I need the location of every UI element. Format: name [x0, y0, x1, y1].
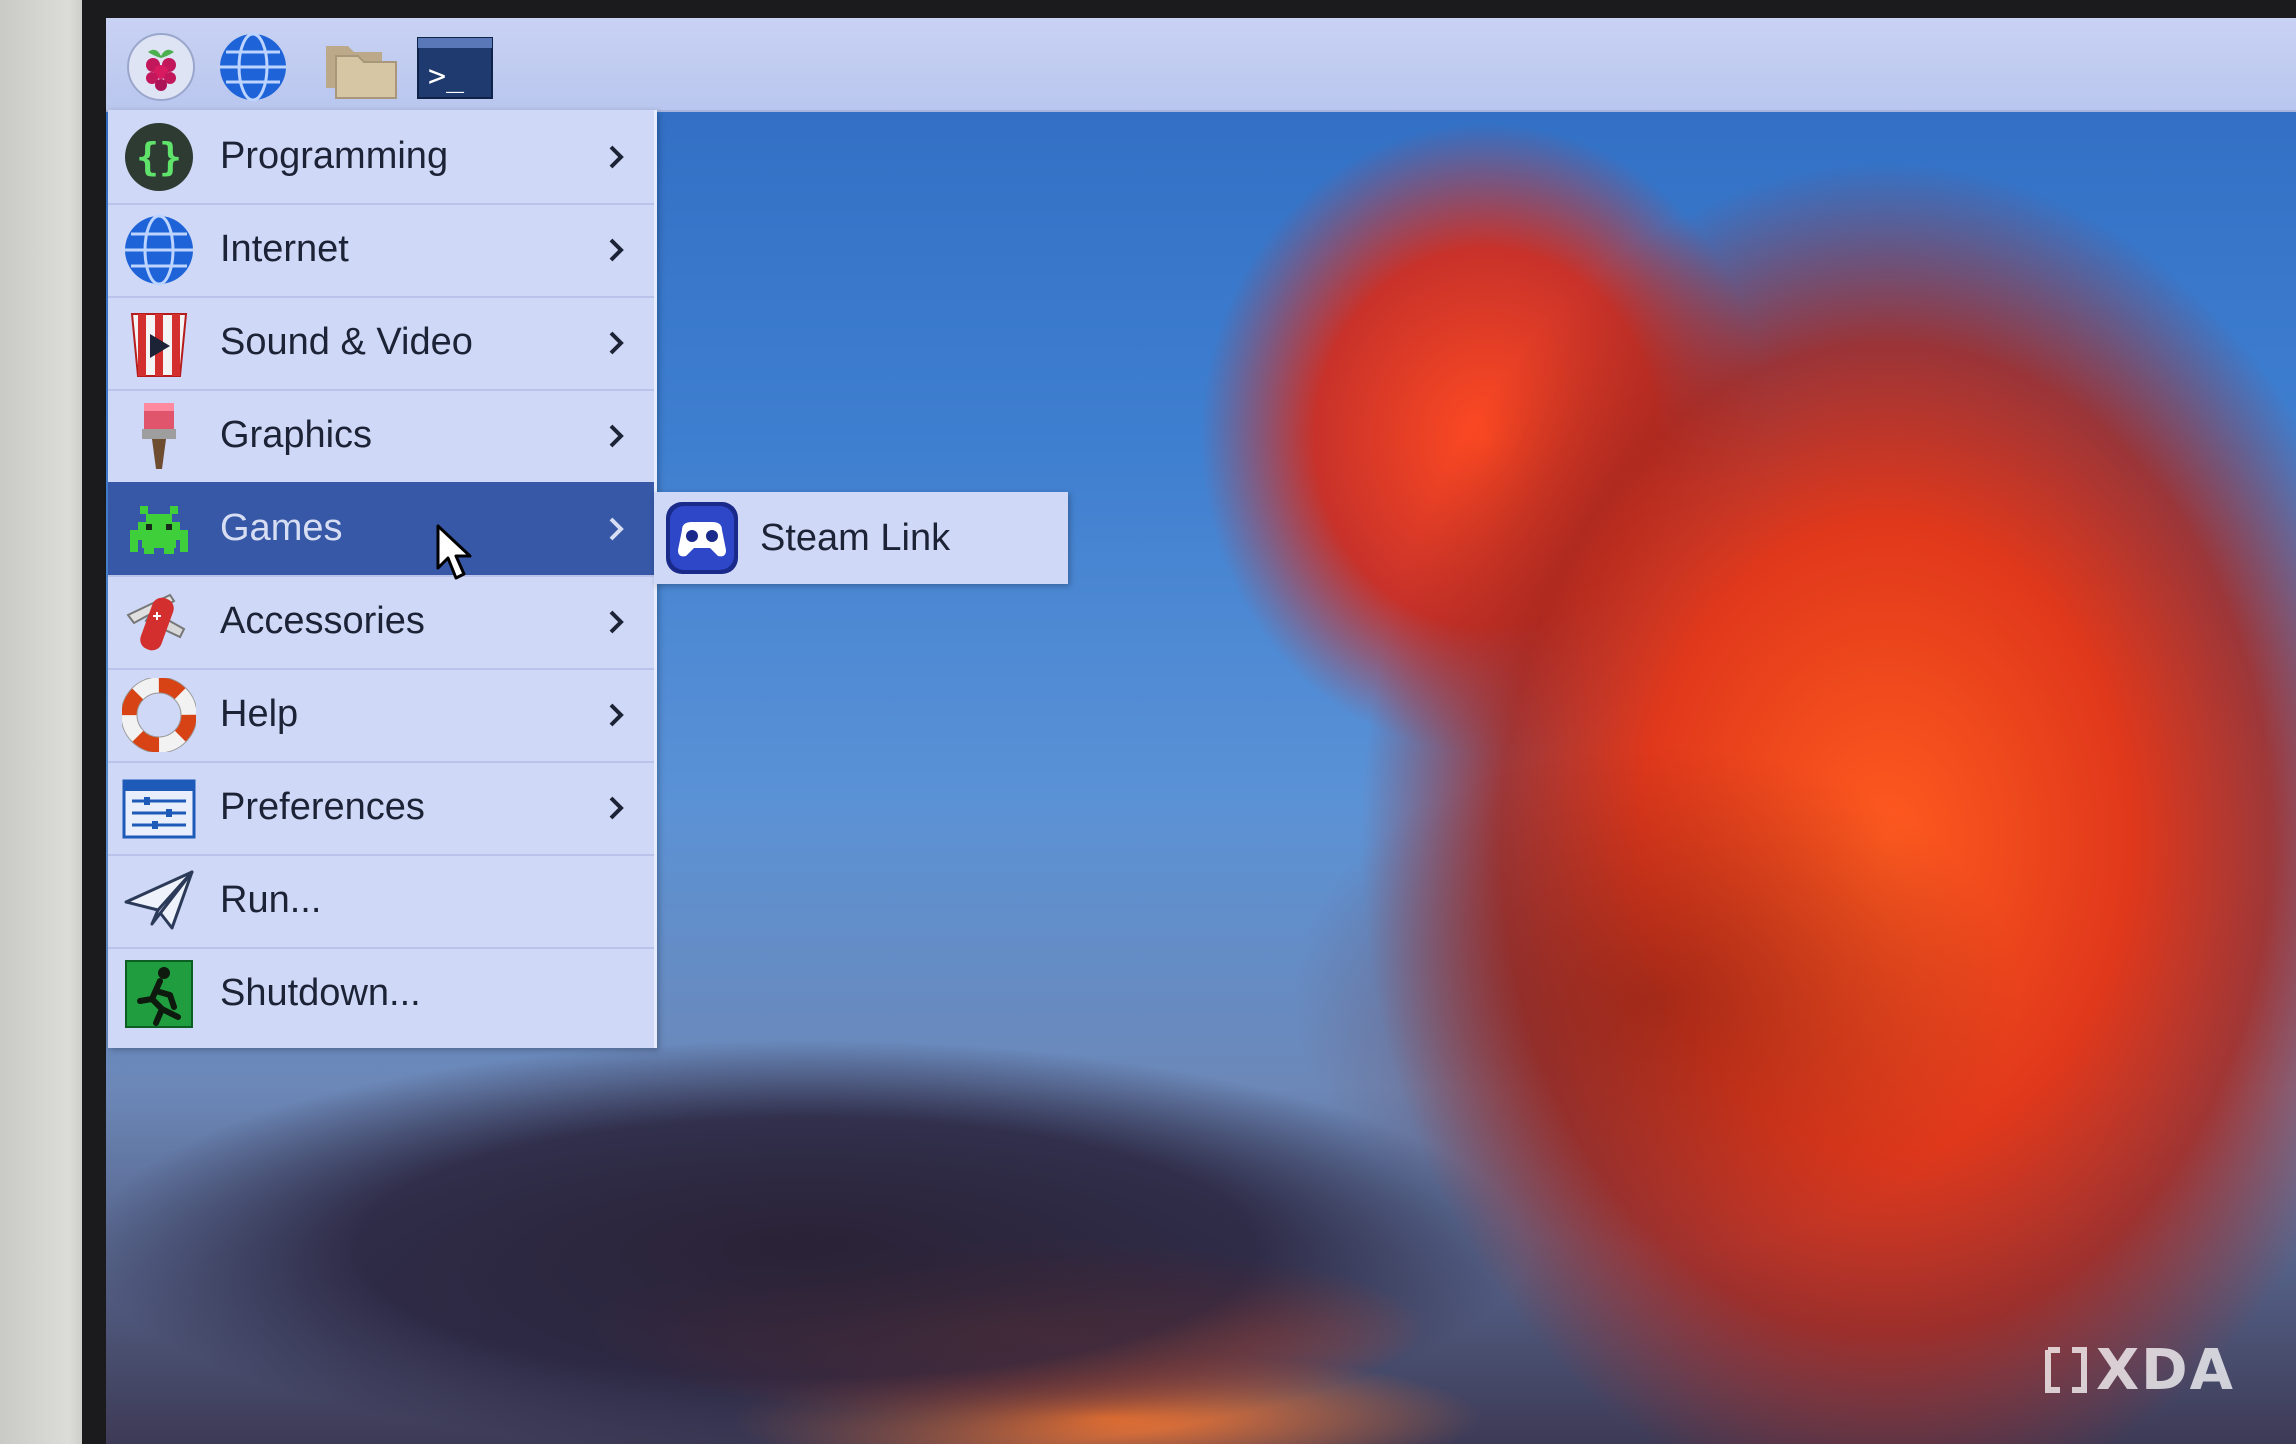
menu-item-label: Run... [220, 879, 322, 921]
menu-item-internet[interactable]: Internet [108, 203, 654, 298]
games-submenu: Steam Link [654, 492, 1068, 584]
sound-video-icon [130, 312, 188, 377]
lifebuoy-icon [122, 677, 196, 752]
watermark-text: XDA [2096, 1337, 2235, 1403]
application-menu: {} Programming Internet Sound & Video Gr… [108, 110, 657, 1048]
menu-item-shutdown[interactable]: Shutdown... [108, 947, 654, 1040]
exit-icon [125, 959, 193, 1028]
menu-item-games[interactable]: Games [108, 482, 654, 577]
file-manager-icon[interactable] [322, 32, 400, 102]
pocket-knife-icon [126, 593, 186, 650]
steam-link-item[interactable]: Steam Link [760, 517, 950, 560]
chevron-right-icon [609, 145, 624, 168]
menu-item-label: Help [220, 693, 299, 735]
menu-item-graphics[interactable]: Graphics [108, 389, 654, 484]
mouse-cursor-icon [436, 524, 472, 580]
terminal-icon[interactable]: >_ [416, 32, 494, 102]
menu-item-label: Graphics [220, 414, 373, 456]
paintbrush-icon [142, 402, 176, 469]
globe-icon [125, 214, 193, 285]
xda-watermark: XDA [2044, 1337, 2264, 1403]
menu-item-help[interactable]: Help [108, 668, 654, 763]
menu-item-label: Accessories [220, 600, 425, 642]
steam-link-icon [666, 502, 738, 574]
taskbar: >_ [106, 18, 2296, 112]
chevron-right-icon [609, 331, 624, 354]
chevron-right-icon [609, 610, 624, 633]
menu-item-label: Internet [220, 228, 349, 270]
menu-item-label: Preferences [220, 786, 425, 828]
xda-logo-icon [2045, 1347, 2087, 1393]
chevron-right-icon [609, 238, 624, 261]
menu-item-label: Games [220, 507, 343, 549]
menu-item-label: Sound & Video [220, 321, 473, 363]
menu-item-programming[interactable]: {} Programming [108, 110, 654, 205]
chevron-right-icon [609, 796, 624, 819]
preferences-icon [122, 779, 196, 838]
svg-text:{}: {} [136, 135, 182, 179]
menu-item-accessories[interactable]: Accessories [108, 575, 654, 670]
terminal-glyph: >_ [428, 59, 465, 94]
chevron-right-icon [609, 703, 624, 726]
chevron-right-icon [609, 517, 624, 540]
paper-plane-icon [124, 870, 194, 929]
menu-item-run[interactable]: Run... [108, 854, 654, 949]
menu-item-label: Shutdown... [220, 972, 421, 1014]
chevron-right-icon [609, 424, 624, 447]
raspberry-pi-menu-icon[interactable] [126, 32, 196, 102]
web-browser-icon[interactable] [218, 32, 288, 102]
menu-item-sound-video[interactable]: Sound & Video [108, 296, 654, 391]
menu-item-preferences[interactable]: Preferences [108, 761, 654, 856]
space-invader-icon [130, 505, 188, 554]
programming-icon: {} [125, 122, 193, 191]
menu-item-label: Programming [220, 135, 449, 177]
